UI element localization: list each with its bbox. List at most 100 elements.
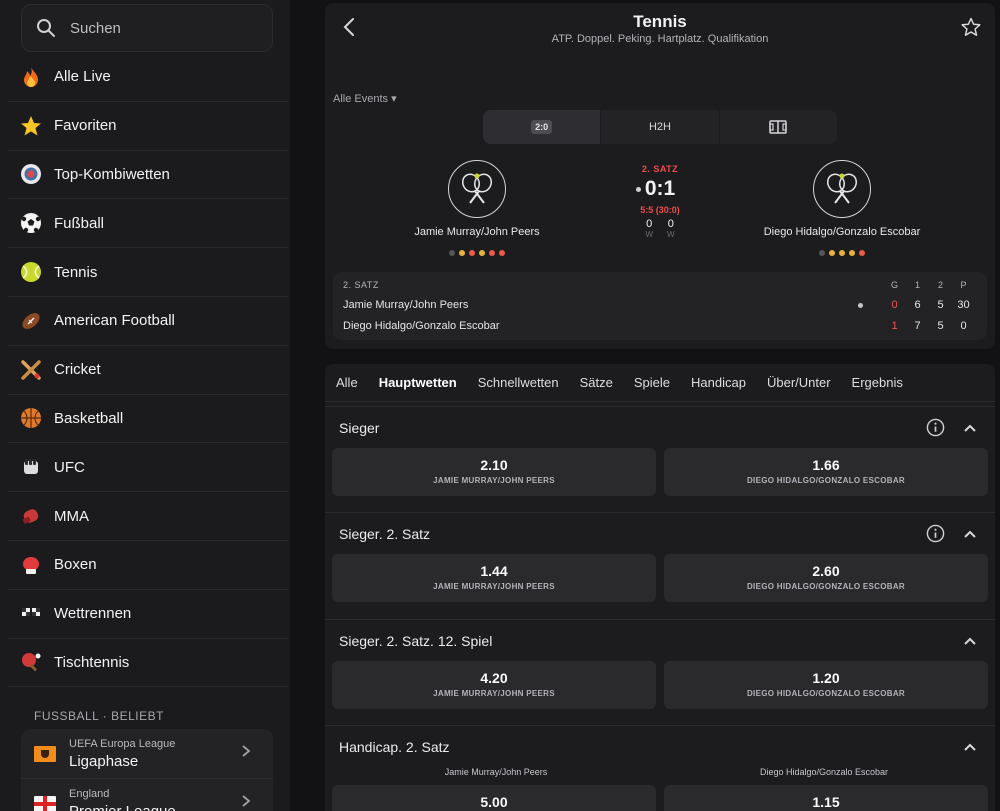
tab-field[interactable] bbox=[720, 110, 837, 144]
europa-league-icon bbox=[21, 745, 69, 762]
tab-h2h[interactable]: H2H bbox=[601, 110, 720, 144]
sidebar-item-top-kombiwetten[interactable]: Top-Kombiwetten bbox=[8, 151, 288, 200]
market-title: Sieger. 2. Satz. 12. Spiel bbox=[339, 632, 493, 649]
sidebar-item-label: Fußball bbox=[54, 214, 105, 232]
market-title: Sieger. 2. Satz bbox=[339, 525, 431, 542]
form-dot bbox=[829, 250, 835, 256]
chevron-up-icon[interactable] bbox=[963, 423, 977, 433]
sidebar-item-ufc[interactable]: UFC bbox=[8, 443, 288, 493]
search-box[interactable]: Suchen bbox=[21, 4, 273, 52]
tab-schnellwetten[interactable]: Schnellwetten bbox=[478, 375, 559, 390]
tab-ergebnis[interactable]: Ergebnis bbox=[852, 375, 903, 390]
odds-button-away[interactable]: 2.60 DIEGO HIDALGO/GONZALO ESCOBAR bbox=[664, 554, 988, 602]
odd-label: JAMIE MURRAY/JOHN PEERS bbox=[433, 689, 555, 698]
away-w-count: 0 bbox=[667, 218, 674, 230]
away-team: Diego Hidalgo/Gonzalo Escobar bbox=[742, 160, 942, 256]
american-football-icon bbox=[8, 310, 54, 332]
tennis-ball-icon bbox=[8, 261, 54, 283]
info-icon[interactable] bbox=[926, 418, 945, 437]
market-header[interactable]: Sieger bbox=[325, 406, 995, 448]
odds-button-home[interactable]: 4.20 JAMIE MURRAY/JOHN PEERS bbox=[332, 661, 656, 709]
search-icon bbox=[37, 19, 55, 37]
chevron-up-icon[interactable] bbox=[963, 636, 977, 646]
w-label: W bbox=[667, 230, 675, 239]
odds-button-away[interactable]: 1.66 DIEGO HIDALGO/GONZALO ESCOBAR bbox=[664, 448, 988, 496]
odds-button-away[interactable]: 1.15 bbox=[664, 785, 988, 811]
tab-saetze[interactable]: Sätze bbox=[580, 375, 613, 390]
favorite-star-icon[interactable] bbox=[961, 17, 981, 37]
chevron-up-icon[interactable] bbox=[963, 742, 977, 752]
market-header[interactable]: Handicap. 2. Satz bbox=[325, 725, 995, 767]
market-header[interactable]: Sieger. 2. Satz. 12. Spiel bbox=[325, 619, 995, 661]
market-header[interactable]: Sieger. 2. Satz bbox=[325, 512, 995, 554]
form-dot bbox=[489, 250, 495, 256]
tab-hauptwetten[interactable]: Hauptwetten bbox=[379, 375, 457, 390]
info-icon[interactable] bbox=[926, 524, 945, 543]
markets-panel: Alle Hauptwetten Schnellwetten Sätze Spi… bbox=[325, 364, 995, 811]
market-sieger-2-satz-12-spiel: Sieger. 2. Satz. 12. Spiel 4.20 JAMIE MUR… bbox=[325, 619, 995, 709]
sidebar-item-label: Favoriten bbox=[54, 117, 117, 135]
table-tennis-icon bbox=[8, 651, 54, 673]
points-value: 30 bbox=[957, 299, 970, 311]
market-sieger-2-satz: Sieger. 2. Satz 1.44 JAMIE MURRAY/JOHN PE… bbox=[325, 512, 995, 602]
league-item[interactable]: England Premier League bbox=[21, 779, 273, 811]
away-form-dots bbox=[742, 250, 942, 256]
game-score: 5:5 (30:0) bbox=[640, 205, 680, 215]
league-country: England bbox=[69, 787, 110, 800]
soccer-ball-icon bbox=[8, 212, 54, 234]
form-dot bbox=[459, 250, 465, 256]
home-form-dots bbox=[377, 250, 577, 256]
serve-indicator bbox=[636, 187, 641, 192]
market-sieger: Sieger 2.10 JAMIE MURRAY/JOHN PEERS 1.66 D… bbox=[325, 406, 995, 496]
chevron-up-icon[interactable] bbox=[963, 529, 977, 539]
odd-label: DIEGO HIDALGO/GONZALO ESCOBAR bbox=[746, 689, 906, 698]
sidebar-item-label: Top-Kombiwetten bbox=[54, 165, 170, 183]
market-handicap-2-satz: Handicap. 2. Satz Jamie Murray/John Peer… bbox=[325, 725, 995, 811]
search-input[interactable]: Suchen bbox=[70, 20, 121, 37]
tab-handicap[interactable]: Handicap bbox=[691, 375, 746, 390]
sidebar-item-mma[interactable]: MMA bbox=[8, 492, 288, 541]
boxing-glove-icon bbox=[8, 554, 54, 576]
odds-button-away[interactable]: 1.20 DIEGO HIDALGO/GONZALO ESCOBAR bbox=[664, 661, 988, 709]
sidebar-item-fussball[interactable]: Fußball bbox=[8, 199, 288, 249]
odd-value: 5.00 bbox=[480, 794, 508, 810]
sidebar-item-label: Alle Live bbox=[54, 68, 111, 86]
page-title: Tennis bbox=[633, 12, 687, 31]
league-item[interactable]: UEFA Europa League Ligaphase bbox=[21, 729, 273, 779]
sidebar-item-tennis[interactable]: Tennis bbox=[8, 248, 288, 297]
market-title: Handicap. 2. Satz bbox=[339, 738, 450, 755]
sidebar-item-boxen[interactable]: Boxen bbox=[8, 541, 288, 590]
basketball-icon bbox=[8, 407, 54, 429]
sidebar-item-basketball[interactable]: Basketball bbox=[8, 395, 288, 444]
view-tabs: 2:0 H2H bbox=[483, 110, 837, 144]
sidebar: Suchen Alle Live Favoriten Top-Kombiwett… bbox=[0, 0, 290, 811]
odd-value: 2.10 bbox=[480, 457, 508, 473]
home-w-count: 0 bbox=[646, 218, 653, 230]
col-header: P bbox=[960, 280, 967, 290]
points-value: 0 bbox=[960, 320, 967, 332]
sidebar-item-label: Tennis bbox=[54, 263, 98, 281]
sidebar-item-tischtennis[interactable]: Tischtennis bbox=[8, 639, 288, 688]
sidebar-item-favoriten[interactable]: Favoriten bbox=[8, 102, 288, 151]
odds-button-home[interactable]: 5.00 bbox=[332, 785, 656, 811]
tab-alle[interactable]: Alle bbox=[336, 375, 358, 390]
sidebar-item-cricket[interactable]: Cricket bbox=[8, 346, 288, 395]
games-value: 0 bbox=[891, 299, 898, 311]
tab-ueber-unter[interactable]: Über/Unter bbox=[767, 375, 831, 390]
odd-value: 1.66 bbox=[812, 457, 840, 473]
sidebar-item-alle-live[interactable]: Alle Live bbox=[8, 53, 288, 102]
set-score-table: 2. SATZ G 1 2 P Jamie Murray/John Peers … bbox=[333, 272, 987, 340]
section-title: FUSSBALL · BELIEBT bbox=[34, 709, 164, 723]
sidebar-item-label: Wettrennen bbox=[54, 605, 132, 623]
sidebar-item-label: Cricket bbox=[54, 361, 101, 379]
events-dropdown[interactable]: Alle Events ▾ bbox=[333, 92, 397, 105]
odds-button-home[interactable]: 2.10 JAMIE MURRAY/JOHN PEERS bbox=[332, 448, 656, 496]
odd-value: 1.44 bbox=[480, 563, 508, 579]
tab-spiele[interactable]: Spiele bbox=[634, 375, 670, 390]
target-icon bbox=[8, 163, 54, 185]
odds-button-home[interactable]: 1.44 JAMIE MURRAY/JOHN PEERS bbox=[332, 554, 656, 602]
sidebar-item-american-football[interactable]: American Football bbox=[8, 297, 288, 346]
tab-score[interactable]: 2:0 bbox=[483, 110, 602, 144]
sidebar-item-wettrennen[interactable]: Wettrennen bbox=[8, 590, 288, 639]
form-dot bbox=[839, 250, 845, 256]
